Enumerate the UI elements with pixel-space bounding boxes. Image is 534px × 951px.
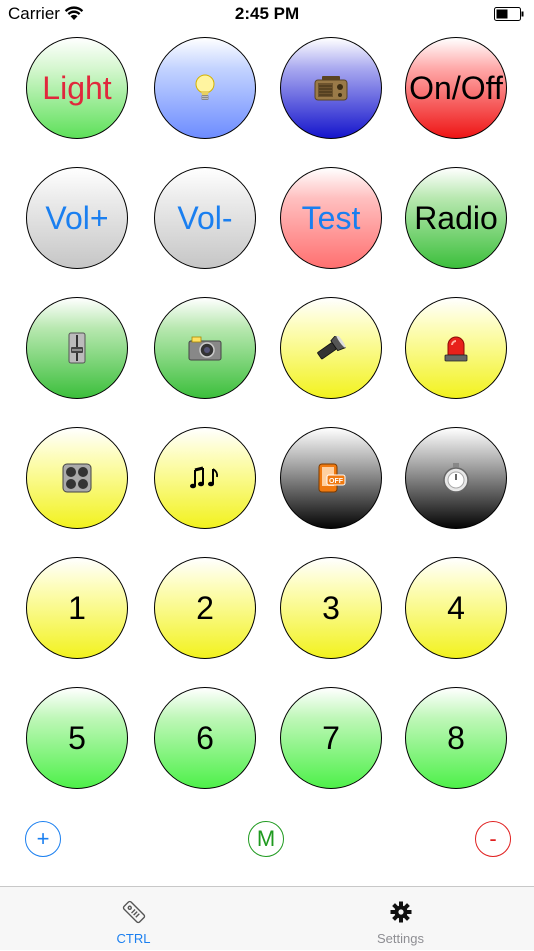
camera-icon [188,336,222,361]
camera-button[interactable] [154,297,256,399]
volume-down-button[interactable]: Vol- [154,167,256,269]
on-off-button-label: On/Off [409,69,503,106]
add-button[interactable]: + [25,821,61,857]
stove-button[interactable] [26,427,128,529]
channel-3-label: 3 [322,589,340,626]
flashlight-button[interactable] [280,297,382,399]
flashlight-icon [317,336,347,360]
volume-down-label: Vol- [177,199,233,236]
siren-icon [444,336,468,362]
channel-8-label: 8 [447,719,465,756]
phone-off-icon: OFF [318,463,346,493]
volume-up-button[interactable]: Vol+ [26,167,128,269]
siren-button[interactable] [405,297,507,399]
channel-5-label: 5 [68,719,86,756]
radio-icon [314,76,348,101]
gear-icon [390,901,411,923]
fader-button[interactable] [26,297,128,399]
remove-button[interactable]: - [475,821,511,857]
channel-4-button[interactable]: 4 [405,557,507,659]
mode-button[interactable]: M [248,821,284,857]
remote-control-icon [122,900,145,924]
tab-settings[interactable]: Settings [267,887,534,951]
music-button[interactable] [154,427,256,529]
test-button[interactable]: Test [280,167,382,269]
phone-off-button[interactable]: OFF [280,427,382,529]
light-bulb-icon [195,74,215,100]
radio-button-label: Radio [414,199,498,236]
button-grid: Light On/Off Vol+ Vol- Test Radio OFF 1 … [0,0,534,800]
channel-1-label: 1 [68,589,86,626]
mode-button-label: M [256,826,276,851]
channel-4-label: 4 [447,589,465,626]
on-off-button[interactable]: On/Off [405,37,507,139]
remove-button-label: - [489,826,497,851]
tab-bar: CTRL Settings [0,886,534,950]
add-button-label: + [36,826,50,851]
channel-3-button[interactable]: 3 [280,557,382,659]
radio-icon-button[interactable] [280,37,382,139]
tab-ctrl[interactable]: CTRL [0,887,267,951]
light-button[interactable]: Light [26,37,128,139]
light-button-label: Light [42,69,112,106]
timer-button[interactable] [405,427,507,529]
channel-7-label: 7 [322,719,340,756]
channel-2-button[interactable]: 2 [154,557,256,659]
channel-6-label: 6 [196,719,214,756]
channel-2-label: 2 [196,589,214,626]
fader-icon [68,332,86,364]
channel-7-button[interactable]: 7 [280,687,382,789]
svg-text:OFF: OFF [329,478,344,485]
music-notes-icon [190,466,219,489]
stove-icon [62,463,92,493]
bulb-button[interactable] [154,37,256,139]
tab-ctrl-label: CTRL [116,931,151,946]
channel-1-button[interactable]: 1 [26,557,128,659]
timer-icon [443,463,469,493]
radio-button[interactable]: Radio [405,167,507,269]
channel-8-button[interactable]: 8 [405,687,507,789]
volume-up-label: Vol+ [45,199,109,236]
tab-settings-label: Settings [377,931,424,946]
test-button-label: Test [301,199,361,236]
channel-5-button[interactable]: 5 [26,687,128,789]
channel-6-button[interactable]: 6 [154,687,256,789]
